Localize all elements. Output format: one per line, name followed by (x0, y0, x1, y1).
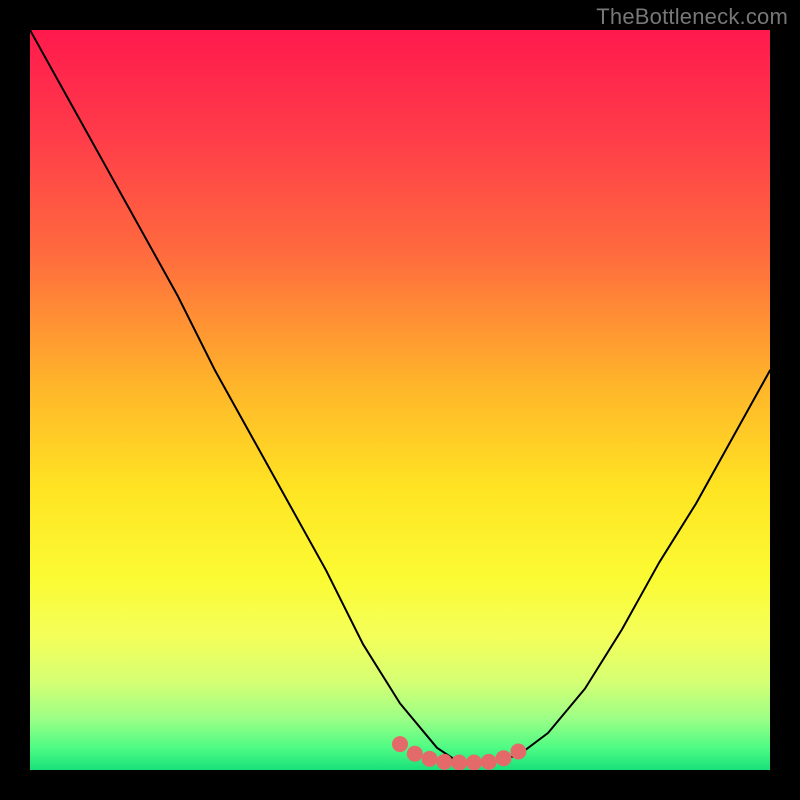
bottleneck-chart (30, 30, 770, 770)
optimal-marker (436, 754, 452, 770)
gradient-background (30, 30, 770, 770)
optimal-marker (466, 755, 482, 770)
optimal-marker (422, 751, 438, 767)
optimal-marker (392, 736, 408, 752)
optimal-marker (496, 750, 512, 766)
chart-frame: TheBottleneck.com (0, 0, 800, 800)
watermark-text: TheBottleneck.com (596, 4, 788, 30)
plot-area (30, 30, 770, 770)
optimal-marker (481, 754, 497, 770)
optimal-marker (451, 755, 467, 770)
optimal-marker (407, 746, 423, 762)
optimal-marker (510, 744, 526, 760)
